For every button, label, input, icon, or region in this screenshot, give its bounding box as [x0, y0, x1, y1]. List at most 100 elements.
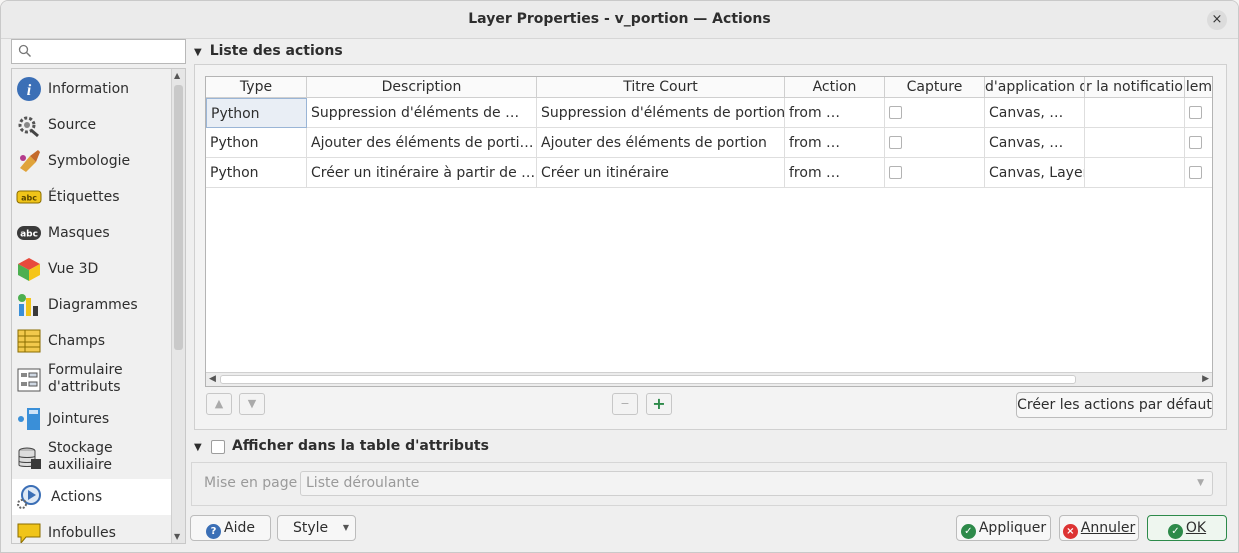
column-header-capture[interactable]: Capture [885, 77, 985, 98]
sidebar-item-auxiliary-storage[interactable]: Stockage auxiliaire [12, 437, 172, 477]
labels-icon: abc [16, 190, 42, 204]
sidebar-item-diagrams[interactable]: Diagrammes [12, 287, 172, 323]
column-header-description[interactable]: Description [307, 77, 537, 98]
cell-short-title[interactable]: Créer un itinéraire [537, 158, 785, 188]
sidebar-item-labels[interactable]: abc Étiquettes [12, 179, 172, 215]
add-action-button[interactable]: + [646, 393, 672, 415]
sidebar-item-label: Source [48, 117, 97, 133]
sidebar-scroll-thumb[interactable] [174, 85, 183, 350]
scroll-down-icon[interactable]: ▼ [174, 532, 180, 541]
sidebar-item-symbology[interactable]: Symbologie [12, 143, 172, 179]
svg-text:abc: abc [20, 230, 38, 240]
cell-scopes[interactable]: Canvas, Layer [985, 158, 1085, 188]
cell-capture [885, 98, 985, 128]
move-up-button[interactable]: ▲ [206, 393, 232, 415]
table-row[interactable]: Python Créer un itinéraire à partir de …… [206, 158, 1212, 188]
sidebar-item-tooltips[interactable]: Infobulles [12, 515, 172, 543]
show-in-attribute-table-checkbox[interactable] [211, 440, 225, 454]
cell-action[interactable]: from … [785, 98, 885, 128]
sidebar-item-source[interactable]: Source [12, 107, 172, 143]
cancel-button[interactable]: × Annuler [1059, 515, 1139, 541]
table-scroll-thumb[interactable] [220, 375, 1076, 384]
help-icon: ? [206, 524, 222, 539]
sidebar-item-label: Jointures [48, 411, 110, 427]
cell-notification[interactable] [1085, 98, 1185, 128]
plus-icon: + [652, 394, 666, 413]
collapse-triangle-icon: ▼ [194, 442, 202, 453]
move-down-button[interactable]: ▼ [239, 393, 265, 415]
sidebar-item-label: Champs [48, 333, 106, 349]
cell-enabled [1185, 128, 1212, 158]
table-row[interactable]: Python Suppression d'éléments de … Suppr… [206, 98, 1212, 128]
capture-checkbox[interactable] [889, 106, 902, 119]
cell-type[interactable]: Python [206, 158, 307, 188]
column-header-action[interactable]: Action [785, 77, 885, 98]
cell-short-title[interactable]: Ajouter des éléments de portion [537, 128, 785, 158]
cell-scopes[interactable]: Canvas, … [985, 128, 1085, 158]
layout-combobox[interactable]: Liste déroulante ▼ [300, 471, 1213, 496]
actions-table[interactable]: Type Description Titre Court Action Capt… [205, 76, 1213, 387]
cancel-icon: × [1062, 524, 1078, 539]
enabled-checkbox[interactable] [1189, 136, 1202, 149]
sidebar-item-information[interactable]: i Information [12, 71, 172, 107]
svg-text:abc: abc [21, 194, 37, 203]
cell-action[interactable]: from … [785, 158, 885, 188]
sidebar-item-joins[interactable]: Jointures [12, 401, 172, 437]
search-icon [18, 44, 31, 57]
cell-notification[interactable] [1085, 128, 1185, 158]
cell-description[interactable]: Suppression d'éléments de … [307, 98, 537, 128]
create-default-actions-button[interactable]: Créer les actions par défaut [1016, 392, 1213, 418]
layout-label: Mise en page [204, 475, 298, 491]
sidebar-item-label-line2: d'attributs [48, 379, 121, 395]
actions-section-header[interactable]: ▼ Liste des actions [194, 43, 343, 59]
cell-scopes[interactable]: Canvas, … [985, 98, 1085, 128]
table-row[interactable]: Python Ajouter des éléments de porti… Aj… [206, 128, 1212, 158]
capture-checkbox[interactable] [889, 136, 902, 149]
column-header-type[interactable]: Type [206, 77, 307, 98]
style-button[interactable]: Style ▼ [277, 515, 356, 541]
column-header-notification[interactable]: r la notificatio [1085, 77, 1185, 98]
sidebar-item-masks[interactable]: abc Masques [12, 215, 172, 251]
up-arrow-icon: ▲ [214, 397, 224, 410]
cell-notification[interactable] [1085, 158, 1185, 188]
cell-type[interactable]: Python [206, 128, 307, 158]
sidebar-item-3d-view[interactable]: Vue 3D [12, 251, 172, 287]
scroll-left-icon[interactable]: ◀ [209, 374, 216, 384]
symbology-icon [20, 150, 40, 172]
enabled-checkbox[interactable] [1189, 166, 1202, 179]
window-title: Layer Properties - v_portion — Actions [468, 11, 771, 27]
capture-checkbox[interactable] [889, 166, 902, 179]
column-header-scopes[interactable]: d'application d [985, 77, 1085, 98]
sidebar-item-label: Infobulles [48, 525, 116, 541]
table-horizontal-scrollbar[interactable]: ◀ ▶ [206, 372, 1212, 386]
attribute-table-section-header[interactable]: ▼ [194, 438, 210, 454]
cell-type[interactable]: Python [206, 98, 307, 128]
attributes-form-icon [17, 368, 41, 392]
cell-description[interactable]: Créer un itinéraire à partir de … [307, 158, 537, 188]
ok-button[interactable]: ✓ OK [1147, 515, 1227, 541]
sidebar-item-label: Actions [51, 489, 103, 505]
help-button[interactable]: ? Aide [190, 515, 271, 541]
scroll-up-icon[interactable]: ▲ [174, 71, 180, 80]
sidebar-item-label: Vue 3D [48, 261, 99, 277]
scroll-right-icon[interactable]: ▶ [1202, 374, 1209, 384]
search-input[interactable] [11, 39, 186, 64]
enabled-checkbox[interactable] [1189, 106, 1202, 119]
apply-button[interactable]: ✓ Appliquer [956, 515, 1051, 541]
attribute-table-section-title: Afficher dans la table d'attributs [232, 438, 489, 454]
layout-combobox-value: Liste déroulante [306, 475, 420, 491]
3d-view-icon [18, 258, 40, 281]
column-header-short-title[interactable]: Titre Court [537, 77, 785, 98]
remove-action-button[interactable]: − [612, 393, 638, 415]
sidebar-scrollbar[interactable]: ▲ ▼ [171, 69, 185, 543]
close-button[interactable]: × [1207, 10, 1227, 30]
sidebar-item-attributes-form[interactable]: Formulaire d'attributs [12, 359, 172, 399]
sidebar-item-actions[interactable]: Actions [12, 479, 172, 515]
cell-action[interactable]: from … [785, 128, 885, 158]
column-header-enabled[interactable]: lem [1185, 77, 1212, 98]
diagrams-icon [18, 294, 38, 316]
cell-description[interactable]: Ajouter des éléments de porti… [307, 128, 537, 158]
style-button-label: Style [293, 520, 329, 536]
cell-short-title[interactable]: Suppression d'éléments de portion [537, 98, 785, 128]
sidebar-item-fields[interactable]: Champs [12, 323, 172, 359]
